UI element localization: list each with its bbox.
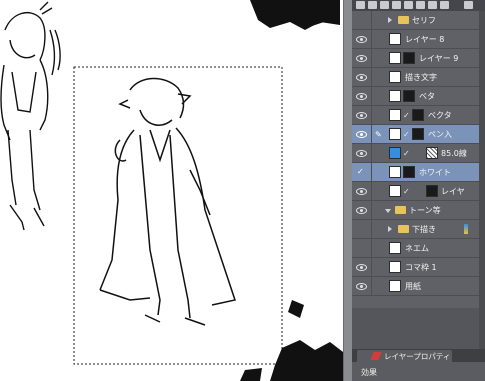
layer-row-koma[interactable]: コマ枠 1: [352, 258, 485, 277]
layer-thumbnail: [389, 71, 401, 83]
layer-row-paper[interactable]: 用紙: [352, 277, 485, 296]
mask-icon[interactable]: [428, 1, 437, 9]
mask-thumbnail: [412, 109, 424, 121]
layer-name: ホワイト: [419, 168, 451, 177]
visibility-eye-icon[interactable]: [355, 91, 368, 102]
expand-arrow-icon[interactable]: [388, 226, 392, 232]
layer-row-tone-folder[interactable]: トーン等: [352, 201, 485, 220]
layer-row-vector[interactable]: ✓ ベクタ: [352, 106, 485, 125]
layer-thumbnail: [389, 185, 401, 197]
layer-row-serif[interactable]: セリフ: [352, 11, 485, 30]
layer-thumbnail: [389, 280, 401, 292]
layer-name: トーン等: [409, 206, 441, 215]
layer-name: ペン入: [428, 130, 452, 139]
visibility-eye-icon[interactable]: [355, 205, 368, 216]
layer-name: 描き文字: [405, 73, 437, 82]
visibility-eye-icon[interactable]: [355, 262, 368, 273]
layer-thumbnail: [389, 90, 401, 102]
layer-thumbnail: [389, 242, 401, 254]
layer-thumbnail: [389, 128, 401, 140]
mask-thumbnail: [403, 52, 415, 64]
layer-name: コマ枠 1: [405, 263, 437, 272]
layer-thumbnail: [389, 33, 401, 45]
folder-icon: [395, 206, 406, 214]
layer-name: ベタ: [419, 92, 435, 101]
layer-name: 85.0線: [441, 149, 467, 158]
tone-thumbnail: [426, 147, 438, 159]
layer-row-white[interactable]: ✓ ホワイト: [352, 163, 485, 182]
color-indicator-icon: [464, 224, 468, 234]
layer-panel: セリフ レイヤー 8 レイヤー 9 描き文字 ベタ ✓ ベクタ ✎ ✓ ペン入 …: [352, 0, 485, 381]
layer-row-pen[interactable]: ✎ ✓ ペン入: [352, 125, 485, 144]
merge-layer-icon[interactable]: [416, 1, 425, 9]
layer-name: 用紙: [405, 282, 421, 291]
layer-row-neem[interactable]: ネエム: [352, 239, 485, 258]
mask-thumbnail: [403, 166, 415, 178]
check-icon[interactable]: ✓: [357, 167, 364, 176]
property-tab-bar: レイヤープロパティ: [352, 349, 485, 362]
layer-thumbnail: [389, 109, 401, 121]
visibility-eye-icon[interactable]: [355, 53, 368, 64]
expand-arrow-icon[interactable]: [388, 17, 392, 23]
new-folder-icon[interactable]: [392, 1, 401, 9]
drawing-canvas[interactable]: [0, 0, 352, 381]
layer-thumbnail: [389, 261, 401, 273]
layer-thumbnail: [389, 52, 401, 64]
visibility-eye-icon[interactable]: [355, 129, 368, 140]
folder-icon: [398, 16, 409, 24]
layer-name: ネエム: [405, 244, 429, 253]
clip-check-icon[interactable]: ✓: [403, 187, 410, 196]
layer-name: 下描き: [412, 225, 436, 234]
mask-thumbnail: [426, 185, 438, 197]
tab-label: レイヤープロパティ: [384, 352, 451, 361]
visibility-eye-icon[interactable]: [355, 281, 368, 292]
mask-thumbnail: [403, 90, 415, 102]
layer-thumbnail: [389, 147, 401, 159]
layer-name: ベクタ: [428, 111, 452, 120]
visibility-eye-icon[interactable]: [355, 72, 368, 83]
clip-check-icon[interactable]: ✓: [403, 149, 410, 158]
collapse-arrow-icon[interactable]: [385, 209, 391, 213]
layer-row-8[interactable]: レイヤー 8: [352, 30, 485, 49]
layer-list-empty-area: [352, 308, 485, 349]
layer-name: レイヤー 9: [419, 54, 459, 63]
layer-name: セリフ: [412, 16, 436, 25]
property-panel: 効果: [352, 362, 485, 381]
clip-check-icon[interactable]: ✓: [403, 130, 410, 139]
folder-icon: [398, 225, 409, 233]
layer-row-9[interactable]: レイヤー 9: [352, 49, 485, 68]
layer-thumbnail: [389, 166, 401, 178]
copy-layer-icon[interactable]: [404, 1, 413, 9]
clip-check-icon[interactable]: ✓: [403, 111, 410, 120]
layer-name: レイヤ: [441, 187, 465, 196]
visibility-eye-icon[interactable]: [355, 148, 368, 159]
layer-row-tone[interactable]: ✓ 85.0線: [352, 144, 485, 163]
manga-artwork: [0, 0, 343, 381]
layer-toolbar: [352, 0, 485, 11]
visibility-eye-icon[interactable]: [355, 34, 368, 45]
layer-name: レイヤー 8: [405, 35, 445, 44]
effect-label: 効果: [361, 368, 377, 377]
layer-row-layer[interactable]: ✓ レイヤ: [352, 182, 485, 201]
delete-layer-icon[interactable]: [464, 1, 473, 9]
visibility-eye-icon[interactable]: [355, 110, 368, 121]
new-raster-layer-icon[interactable]: [368, 1, 377, 9]
new-vector-layer-icon[interactable]: [380, 1, 389, 9]
layer-scrollbar[interactable]: [479, 11, 485, 349]
layer-row-beta[interactable]: ベタ: [352, 87, 485, 106]
layer-row-shitagaki[interactable]: 下描き: [352, 220, 485, 239]
visibility-eye-icon[interactable]: [355, 186, 368, 197]
pen-icon: ✎: [375, 130, 382, 139]
layer-row-kakimoji[interactable]: 描き文字: [352, 68, 485, 87]
settings-icon[interactable]: [440, 1, 449, 9]
mask-thumbnail: [412, 128, 424, 140]
layer-menu-icon[interactable]: [356, 1, 365, 9]
